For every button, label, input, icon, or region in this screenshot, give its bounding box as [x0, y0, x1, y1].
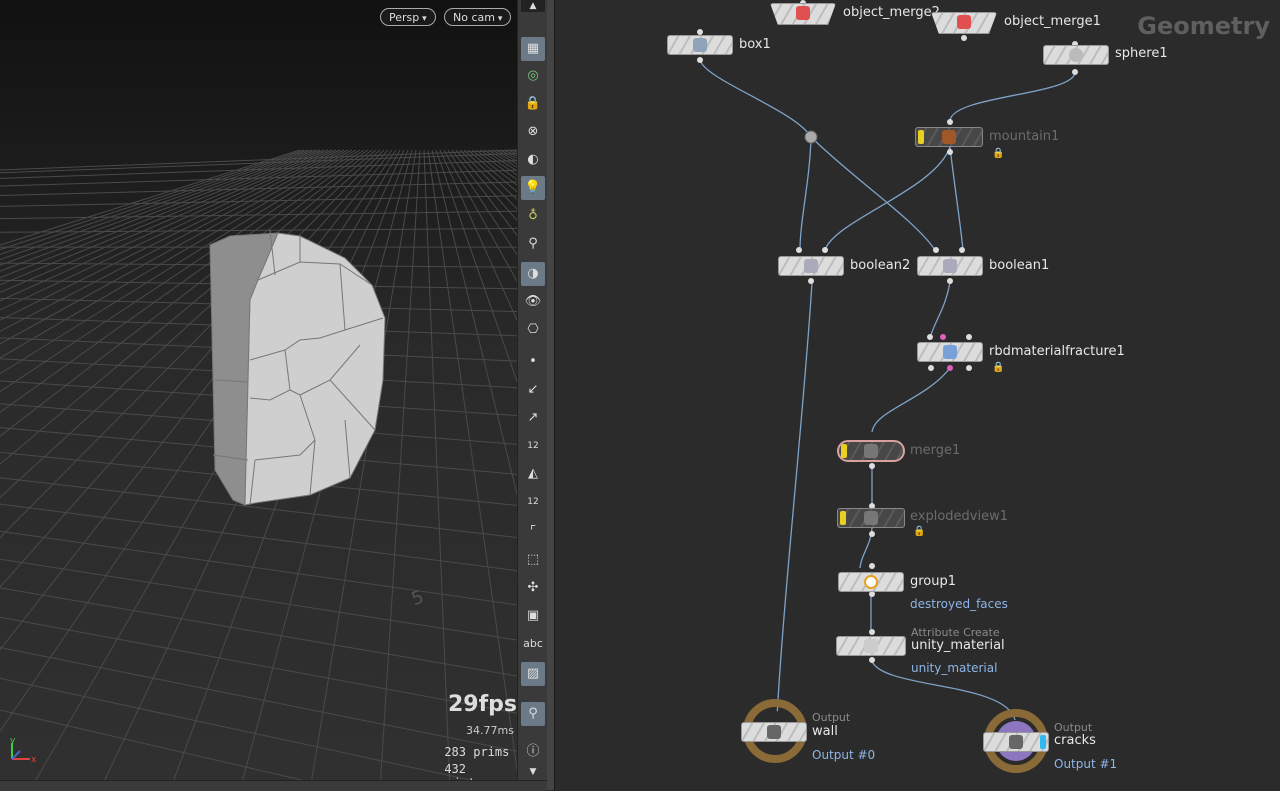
node-merge1-label: merge1	[910, 443, 960, 458]
prims-stat: 283 prims	[432, 745, 512, 759]
point-number-icon[interactable]: 12	[521, 434, 545, 458]
node-cracks-label: cracks	[1054, 733, 1096, 748]
lock-icon: 🔒	[913, 526, 925, 537]
node-rbdmaterialfracture1-label: rbdmaterialfracture1	[989, 344, 1125, 359]
network-editor[interactable]: Geometry	[555, 0, 1280, 790]
background-icon[interactable]: ▨	[521, 662, 545, 686]
node-sphere1[interactable]	[1043, 45, 1109, 65]
node-boolean1-label: boolean1	[989, 258, 1049, 273]
node-output-cracks[interactable]	[983, 732, 1049, 752]
node-unity-material-label: unity_material	[911, 638, 1005, 653]
shading-icon[interactable]: ◐	[521, 148, 545, 172]
ghost-icon[interactable]: ⊗	[521, 120, 545, 144]
node-sphere1-label: sphere1	[1115, 46, 1168, 61]
scroll-up-icon[interactable]: ▲	[521, 0, 545, 12]
camera-icon[interactable]: ⎔	[521, 318, 545, 342]
grid-number: 5	[409, 586, 427, 610]
points-count: 432	[432, 762, 466, 776]
node-boolean1[interactable]	[917, 256, 983, 276]
node-group1[interactable]	[838, 572, 904, 592]
node-object-merge2-label: object_merge2	[843, 5, 940, 20]
point-icon[interactable]: •	[521, 350, 545, 374]
node-object-merge2[interactable]	[770, 3, 836, 25]
scene-viewport[interactable]: 5 Persp No cam 29fps 34.77ms 283 prims 4…	[0, 0, 517, 780]
node-merge1[interactable]	[837, 440, 905, 462]
node-group1-label: group1	[910, 574, 956, 589]
node-box1[interactable]	[667, 35, 733, 55]
viewport-bottom-bar	[0, 780, 547, 791]
node-group1-subtitle: destroyed_faces	[910, 597, 1008, 611]
node-rbdmaterialfracture1[interactable]	[917, 342, 983, 362]
lightbulb-icon[interactable]: ⚲	[521, 232, 545, 256]
pivot-icon[interactable]: ✣	[521, 576, 545, 600]
node-unity-material[interactable]	[836, 636, 906, 656]
normal-icon[interactable]: ↙	[521, 378, 545, 402]
node-box1-label: box1	[739, 37, 771, 52]
prims-label: prims	[473, 745, 509, 759]
render-icon[interactable]: ◑	[521, 262, 545, 286]
node-wall-type: Output	[812, 711, 850, 724]
svg-text:y: y	[10, 736, 16, 746]
node-boolean2-label: boolean2	[850, 258, 910, 273]
node-object-merge1-label: object_merge1	[1004, 14, 1101, 29]
headlight-icon[interactable]: ♁	[521, 204, 545, 228]
face-icon[interactable]: ◭	[521, 462, 545, 486]
node-output-wall[interactable]	[741, 722, 807, 742]
points-stat: 432 points	[432, 762, 512, 780]
prims-count: 283	[432, 745, 466, 759]
pane-divider[interactable]	[547, 0, 555, 790]
node-wall-subtitle: Output #0	[812, 748, 875, 762]
visibility-icon[interactable]: ◎	[521, 64, 545, 88]
node-cracks-subtitle: Output #1	[1054, 757, 1117, 771]
lock-icon[interactable]: 🔒	[521, 92, 545, 116]
node-explodedview1[interactable]	[837, 508, 905, 528]
fps-readout: 29fps	[448, 692, 517, 717]
camera-menu-button[interactable]: No cam	[444, 8, 511, 26]
node-explodedview1-label: explodedview1	[910, 509, 1008, 524]
node-mountain1-label: mountain1	[989, 129, 1059, 144]
face-number-icon[interactable]: 12	[521, 490, 545, 514]
axes-gizmo: y x	[6, 735, 40, 765]
node-object-merge1[interactable]	[931, 12, 997, 34]
wireframe-icon[interactable]: ▣	[521, 604, 545, 628]
point-normal-icon[interactable]: ↗	[521, 406, 545, 430]
select-icon[interactable]: ▦	[521, 37, 545, 61]
node-wall-label: wall	[812, 724, 838, 739]
edge-icon[interactable]: ⌜	[521, 520, 545, 544]
pin-icon[interactable]: ⚲	[521, 702, 545, 726]
node-mountain1[interactable]	[915, 127, 983, 147]
persp-menu-button[interactable]: Persp	[380, 8, 436, 26]
text-icon[interactable]: abc	[521, 632, 545, 656]
display-toolbar: ▦ ◎ 🔒 ⊗ ◐ 💡 ♁ ⚲ ◑ 👁 ⎔ • ↙ ↗ 12 ◭ 12 ⌜ ⬚ …	[517, 0, 548, 780]
vertex-icon[interactable]: ⬚	[521, 548, 545, 572]
svg-text:x: x	[31, 755, 37, 765]
lock-icon: 🔒	[992, 362, 1004, 373]
eye-icon[interactable]: 👁	[521, 290, 545, 314]
fractured-rock	[210, 230, 385, 505]
lock-icon: 🔒	[992, 148, 1004, 159]
display-flag[interactable]	[1040, 735, 1046, 749]
node-boolean2[interactable]	[778, 256, 844, 276]
frame-time-readout: 34.77ms	[466, 724, 514, 737]
ground-grid: 5	[0, 0, 517, 780]
node-unity-material-subtitle: unity_material	[911, 661, 997, 675]
light-icon[interactable]: 💡	[521, 176, 545, 200]
